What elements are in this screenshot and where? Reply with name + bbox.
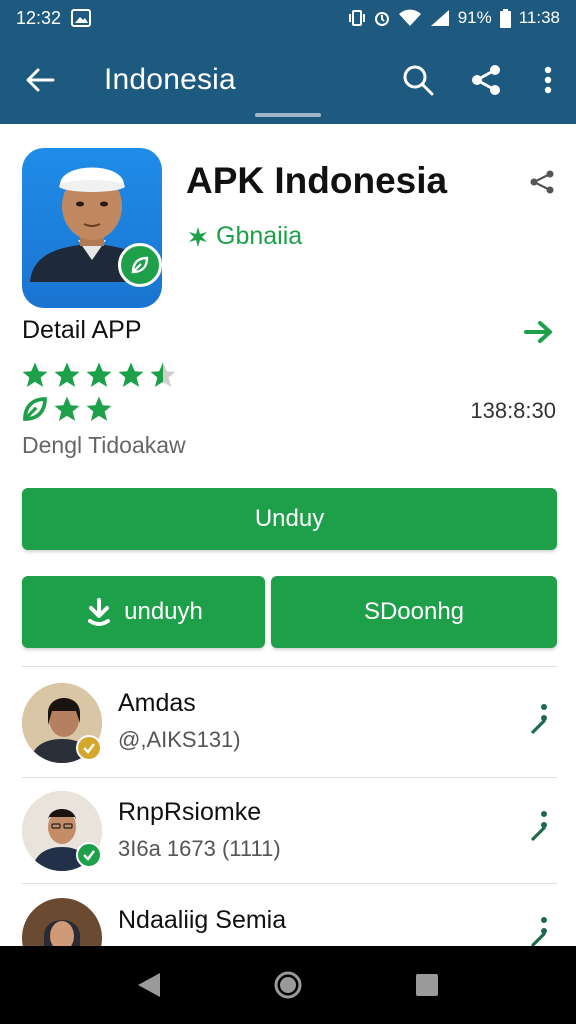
back-arrow-icon: [26, 68, 55, 92]
search-icon: [403, 65, 434, 96]
leaf-icon: [189, 226, 207, 247]
battery-percent: 91%: [457, 8, 492, 27]
secondary-rating: [20, 394, 114, 424]
star-full-icon: [54, 396, 80, 421]
tab-indicator: [255, 113, 321, 117]
verified-badge: [76, 842, 102, 868]
alarm-icon: [374, 9, 390, 27]
detail-status: Dengl Tidoakaw: [22, 432, 186, 458]
header-share-button[interactable]: [522, 162, 562, 202]
avatar: [22, 898, 102, 946]
secondary-action-label: SDoonhg: [363, 598, 465, 625]
back-button[interactable]: [0, 36, 80, 124]
search-button[interactable]: [384, 36, 452, 124]
download-button[interactable]: unduyh: [22, 576, 265, 648]
item-subtitle: 3I6a 1673 (1111): [118, 836, 281, 861]
wifi-icon: [398, 9, 422, 27]
download-label: unduyh: [124, 598, 203, 625]
app-bar: Indonesia: [0, 36, 576, 124]
leaf-star-icon: [23, 397, 47, 421]
system-nav-bar: [0, 946, 576, 1024]
person-avatar-icon: [22, 898, 102, 946]
item-action-button[interactable]: [524, 699, 558, 739]
more-options-button[interactable]: [520, 36, 576, 124]
list-item[interactable]: RnpRsiomke 3I6a 1673 (1111): [0, 778, 576, 884]
nav-home-button[interactable]: [258, 955, 318, 1015]
detail-time: 138:8:30: [470, 398, 556, 423]
nav-recents-button[interactable]: [397, 955, 457, 1015]
item-name: RnpRsiomke: [118, 798, 262, 826]
page-title: Indonesia: [104, 63, 236, 96]
list-item[interactable]: Ndaaliig Semia: [0, 884, 576, 946]
star-full-icon: [86, 396, 112, 421]
detail-title: Detail APP: [22, 316, 142, 344]
leaf-check-icon: [131, 256, 149, 274]
share-small-icon: [531, 917, 547, 946]
share-small-icon: [530, 170, 554, 194]
rating-stars: [20, 360, 178, 390]
home-circle-icon: [274, 971, 302, 999]
item-name: Ndaaliig Semia: [118, 906, 287, 934]
signal-icon: [430, 9, 450, 27]
share-icon: [472, 65, 500, 95]
star-half-icon: [150, 362, 176, 387]
status-right-time: 11:38: [518, 8, 560, 27]
developer-link[interactable]: Gbnaiia: [186, 222, 302, 251]
share-button[interactable]: [452, 36, 520, 124]
share-small-icon: [531, 704, 547, 734]
star-full-icon: [54, 362, 80, 387]
photo-notification-icon: [71, 9, 92, 27]
secondary-action-button[interactable]: SDoonhg: [271, 576, 557, 648]
status-time: 12:32: [16, 7, 62, 28]
battery-icon: [499, 8, 511, 28]
verified-badge: [76, 735, 102, 761]
star-full-icon: [86, 362, 112, 387]
download-main-label: Unduy: [254, 505, 325, 532]
status-bar: 12:32 91% 11:38: [0, 0, 576, 36]
developer-name: Gbnaiia: [216, 222, 303, 250]
download-icon: [88, 598, 111, 626]
item-name: Amdas: [118, 689, 196, 717]
item-action-button[interactable]: [524, 912, 558, 946]
app-name: APK Indonesia: [186, 160, 448, 201]
star-full-icon: [118, 362, 144, 387]
check-icon: [83, 743, 95, 754]
share-small-icon: [531, 811, 547, 841]
list-item[interactable]: Amdas @,AIKS131): [0, 667, 576, 773]
item-subtitle: @,AIKS131): [118, 727, 241, 752]
arrow-forward-icon: [524, 321, 552, 343]
recents-square-icon: [415, 974, 438, 996]
detail-forward-button[interactable]: [520, 314, 560, 350]
check-icon: [83, 850, 95, 861]
download-main-button[interactable]: Unduy: [22, 488, 557, 550]
back-triangle-icon: [138, 973, 161, 997]
vibrate-icon: [348, 9, 366, 27]
item-action-button[interactable]: [524, 806, 558, 846]
verified-badge: [118, 243, 162, 287]
more-vert-icon: [544, 66, 552, 94]
nav-back-button[interactable]: [119, 955, 179, 1015]
star-full-icon: [22, 362, 48, 387]
